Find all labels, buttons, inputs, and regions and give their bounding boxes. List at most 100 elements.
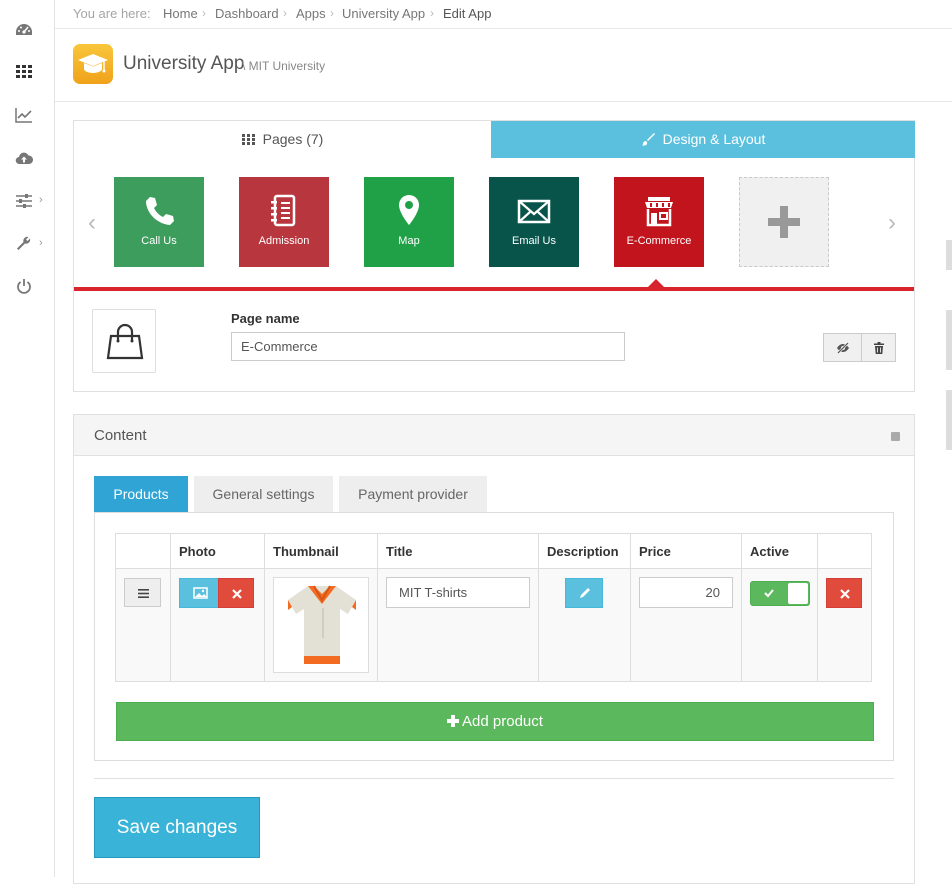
tab-general-settings[interactable]: General settings	[194, 476, 333, 512]
col-photo: Photo	[170, 533, 265, 569]
col-drag	[115, 533, 171, 569]
sidebar-item-upload[interactable]	[0, 138, 54, 178]
carousel-next-arrow[interactable]: ›	[888, 209, 896, 237]
drag-cell	[115, 568, 171, 682]
envelope-icon	[517, 199, 551, 224]
eye-slash-icon	[836, 341, 849, 354]
add-product-label: Add product	[462, 713, 543, 730]
active-tile-indicator	[648, 279, 664, 287]
page-tile-e-commerce[interactable]: E-Commerce	[614, 177, 704, 267]
page-subtitle: \ MIT University	[242, 59, 326, 73]
page-tile-map[interactable]: Map	[364, 177, 454, 267]
delete-product-button[interactable]	[826, 578, 862, 608]
tab-design-label: Design & Layout	[662, 131, 766, 147]
tab-pages[interactable]: Pages (7)	[74, 121, 491, 158]
product-title-input[interactable]	[386, 577, 530, 608]
breadcrumb-university-app[interactable]: University App	[342, 6, 425, 21]
add-page-tile[interactable]	[739, 177, 829, 267]
breadcrumb-separator: ›	[430, 6, 434, 20]
page-tile-admission[interactable]: Admission	[239, 177, 329, 267]
drag-handle[interactable]	[124, 578, 161, 607]
col-description: Description	[538, 533, 631, 569]
col-price: Price	[630, 533, 742, 569]
product-price-input[interactable]	[639, 577, 733, 608]
line-chart-icon	[15, 108, 32, 123]
sidebar: › ›	[0, 0, 55, 877]
title-cell	[377, 568, 539, 682]
sidebar-item-analytics[interactable]	[0, 95, 54, 135]
thumbnail-cell	[264, 568, 378, 682]
sidebar-item-apps[interactable]	[0, 51, 54, 91]
remove-photo-button[interactable]	[218, 578, 254, 608]
col-title: Title	[377, 533, 539, 569]
scroll-indicator	[946, 240, 952, 270]
carousel-prev-arrow[interactable]: ‹	[88, 209, 96, 237]
toggle-knob	[788, 583, 808, 604]
toggle-visibility-button[interactable]	[823, 333, 862, 362]
divider	[94, 778, 894, 779]
trash-icon	[873, 341, 884, 354]
products-table: Photo Thumbnail Title Description Price …	[115, 533, 872, 682]
page-tile-call-us[interactable]: Call Us	[114, 177, 204, 267]
table-row	[115, 568, 872, 682]
tab-design-layout[interactable]: Design & Layout	[491, 121, 915, 158]
app-header: University App \ MIT University	[55, 29, 952, 102]
delete-page-button[interactable]	[861, 333, 896, 362]
notebook-icon	[271, 194, 296, 227]
tab-payment-provider[interactable]: Payment provider	[339, 476, 487, 512]
sidebar-item-tools[interactable]: ›	[0, 224, 54, 264]
page-name-label: Page name	[231, 311, 300, 326]
tile-label: Call Us	[141, 235, 177, 247]
description-cell	[538, 568, 631, 682]
breadcrumb-apps[interactable]: Apps	[296, 6, 326, 21]
col-active: Active	[741, 533, 818, 569]
expand-icon[interactable]	[891, 432, 900, 441]
sliders-icon	[16, 194, 32, 208]
product-thumbnail	[273, 577, 369, 673]
sidebar-item-logout[interactable]	[0, 266, 54, 306]
image-icon	[193, 587, 208, 599]
edit-description-button[interactable]	[565, 578, 603, 608]
upload-photo-button[interactable]	[179, 578, 219, 608]
breadcrumb-dashboard[interactable]: Dashboard	[215, 6, 279, 21]
save-changes-button[interactable]: Save changes	[94, 797, 260, 858]
col-thumbnail: Thumbnail	[264, 533, 378, 569]
breadcrumb-separator: ›	[202, 6, 206, 20]
shopping-bag-icon	[106, 323, 144, 360]
pencil-icon	[580, 588, 590, 598]
breadcrumb: You are here: Home › Dashboard › Apps › …	[55, 0, 952, 29]
sidebar-item-dashboard[interactable]	[0, 10, 54, 50]
close-icon	[840, 589, 850, 599]
tile-label: Email Us	[511, 235, 556, 247]
page-icon-picker[interactable]	[92, 309, 156, 373]
active-toggle[interactable]	[750, 581, 810, 606]
breadcrumb-separator: ›	[330, 6, 334, 20]
phone-icon	[146, 197, 174, 225]
sidebar-item-settings[interactable]: ›	[0, 181, 54, 221]
breadcrumb-home[interactable]: Home	[163, 6, 198, 21]
brush-icon	[641, 133, 655, 146]
tab-products[interactable]: Products	[94, 476, 188, 512]
tshirt-icon	[288, 585, 356, 664]
price-cell	[630, 568, 742, 682]
bars-icon	[138, 589, 149, 598]
map-pin-icon	[399, 195, 419, 225]
check-icon	[764, 589, 774, 598]
photo-cell	[170, 568, 265, 682]
grid-icon	[241, 134, 255, 145]
table-header-row: Photo Thumbnail Title Description Price …	[115, 533, 872, 569]
actions-cell	[817, 568, 872, 682]
add-product-button[interactable]: Add product	[116, 702, 874, 741]
active-cell	[741, 568, 818, 682]
breadcrumb-separator: ›	[283, 6, 287, 20]
page-title: University App	[123, 53, 245, 74]
page-name-input[interactable]	[231, 332, 625, 361]
store-icon	[645, 197, 673, 227]
tile-label: Map	[398, 235, 420, 247]
close-icon	[232, 589, 242, 599]
chevron-right-icon: ›	[39, 194, 43, 206]
scroll-indicator	[946, 390, 952, 450]
page-tile-email-us[interactable]: Email Us	[489, 177, 579, 267]
plus-icon	[447, 715, 460, 727]
plus-icon	[768, 206, 800, 238]
